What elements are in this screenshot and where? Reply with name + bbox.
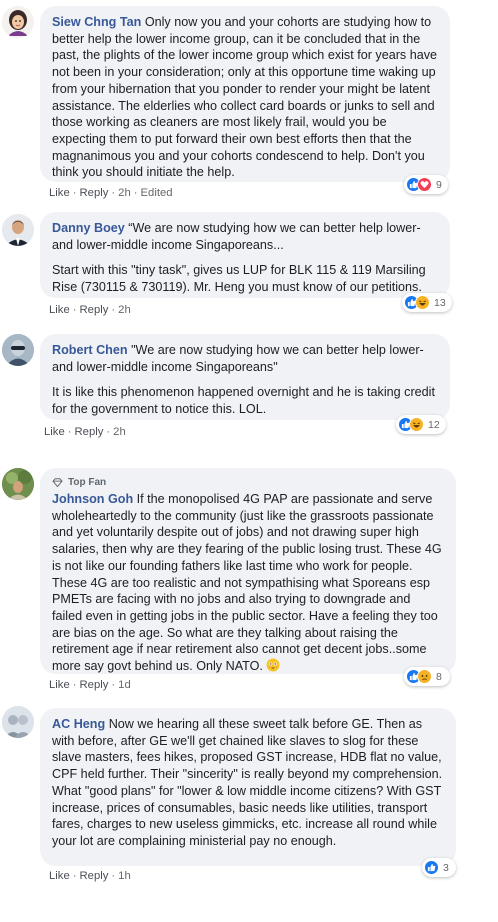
comment-actions: Like · Reply · 2h (44, 426, 126, 438)
top-fan-label: Top Fan (68, 477, 107, 488)
avatar-photo-icon (2, 706, 34, 738)
comment-bubble: Danny Boey “We are now studying how we c… (40, 212, 450, 298)
comment-body: Now we hearing all these sweet talk befo… (52, 717, 443, 848)
reaction-count: 9 (436, 178, 442, 191)
diamond-icon (52, 478, 63, 487)
haha-icon (415, 295, 430, 310)
like-link[interactable]: Like (44, 426, 65, 438)
avatar[interactable] (2, 334, 34, 366)
reply-link[interactable]: Reply (80, 870, 109, 882)
comment-text: Danny Boey “We are now studying how we c… (52, 220, 438, 253)
avatar[interactable] (2, 214, 34, 246)
top-fan-badge: Top Fan (52, 476, 444, 489)
haha-icon (409, 417, 424, 432)
edited-label[interactable]: Edited (141, 187, 173, 199)
avatar[interactable] (2, 6, 34, 38)
avatar-cartoon-icon (2, 6, 34, 38)
reaction-count: 12 (428, 418, 440, 431)
reaction-count: 8 (436, 670, 442, 683)
avatar[interactable] (2, 468, 34, 500)
avatar-photo-icon (2, 214, 34, 246)
avatar-photo-icon (2, 334, 34, 366)
reactions-summary[interactable]: 12 (396, 415, 446, 434)
avatar[interactable] (2, 706, 34, 738)
reactions-summary[interactable]: 3 (422, 858, 456, 877)
comment-bubble: AC Heng Now we hearing all these sweet t… (40, 708, 456, 866)
comment-bubble: Top Fan Johnson Goh If the monopolised 4… (40, 468, 456, 674)
author-name[interactable]: Robert Chen (52, 343, 128, 357)
comment-text: Johnson Goh If the monopolised 4G PAP ar… (52, 491, 444, 677)
like-link[interactable]: Like (49, 187, 70, 199)
reactions-summary[interactable]: 13 (402, 293, 452, 312)
reply-link[interactable]: Reply (75, 426, 104, 438)
like-link[interactable]: Like (49, 870, 70, 882)
comment-text: Robert Chen "We are now studying how we … (52, 342, 438, 375)
reaction-count: 3 (443, 861, 449, 874)
comment-text: Siew Chng Tan Only now you and your coho… (52, 14, 438, 181)
comment-text: AC Heng Now we hearing all these sweet t… (52, 716, 444, 850)
timestamp[interactable]: 2h (118, 187, 131, 199)
reply-link[interactable]: Reply (80, 679, 109, 691)
author-name[interactable]: Danny Boey (52, 221, 125, 235)
author-name[interactable]: Siew Chng Tan (52, 15, 141, 29)
reaction-count: 13 (434, 296, 446, 309)
reply-link[interactable]: Reply (80, 187, 109, 199)
timestamp[interactable]: 2h (118, 304, 131, 316)
love-icon (417, 177, 432, 192)
reactions-summary[interactable]: 8 (404, 667, 450, 686)
flushed-face-emoji-icon (266, 658, 280, 677)
avatar-photo-icon (2, 468, 34, 500)
timestamp[interactable]: 2h (113, 426, 126, 438)
reactions-summary[interactable]: 9 (404, 175, 448, 194)
comment-actions: Like · Reply · 1d (49, 679, 131, 691)
comment-actions: Like · Reply · 2h (49, 304, 131, 316)
author-name[interactable]: AC Heng (52, 717, 105, 731)
comment-body: Only now you and your cohorts are studyi… (52, 15, 438, 180)
comment-bubble: Siew Chng Tan Only now you and your coho… (40, 6, 450, 182)
timestamp[interactable]: 1d (118, 679, 131, 691)
comment-bubble: Robert Chen "We are now studying how we … (40, 334, 450, 420)
reply-link[interactable]: Reply (80, 304, 109, 316)
timestamp[interactable]: 1h (118, 870, 131, 882)
author-name[interactable]: Johnson Goh (52, 492, 133, 506)
sad-icon (417, 669, 432, 684)
like-link[interactable]: Like (49, 679, 70, 691)
comments-feed: Siew Chng Tan Only now you and your coho… (0, 0, 498, 922)
comment-text: It is like this phenomenon happened over… (52, 385, 435, 417)
like-link[interactable]: Like (49, 304, 70, 316)
comment-actions: Like · Reply · 2h · Edited (49, 187, 173, 199)
comment-actions: Like · Reply · 1h (49, 870, 131, 882)
like-icon (424, 860, 439, 875)
comment-body: If the monopolised 4G PAP are passionate… (52, 492, 442, 674)
comment-text: Start with this "tiny task", gives us LU… (52, 263, 426, 295)
